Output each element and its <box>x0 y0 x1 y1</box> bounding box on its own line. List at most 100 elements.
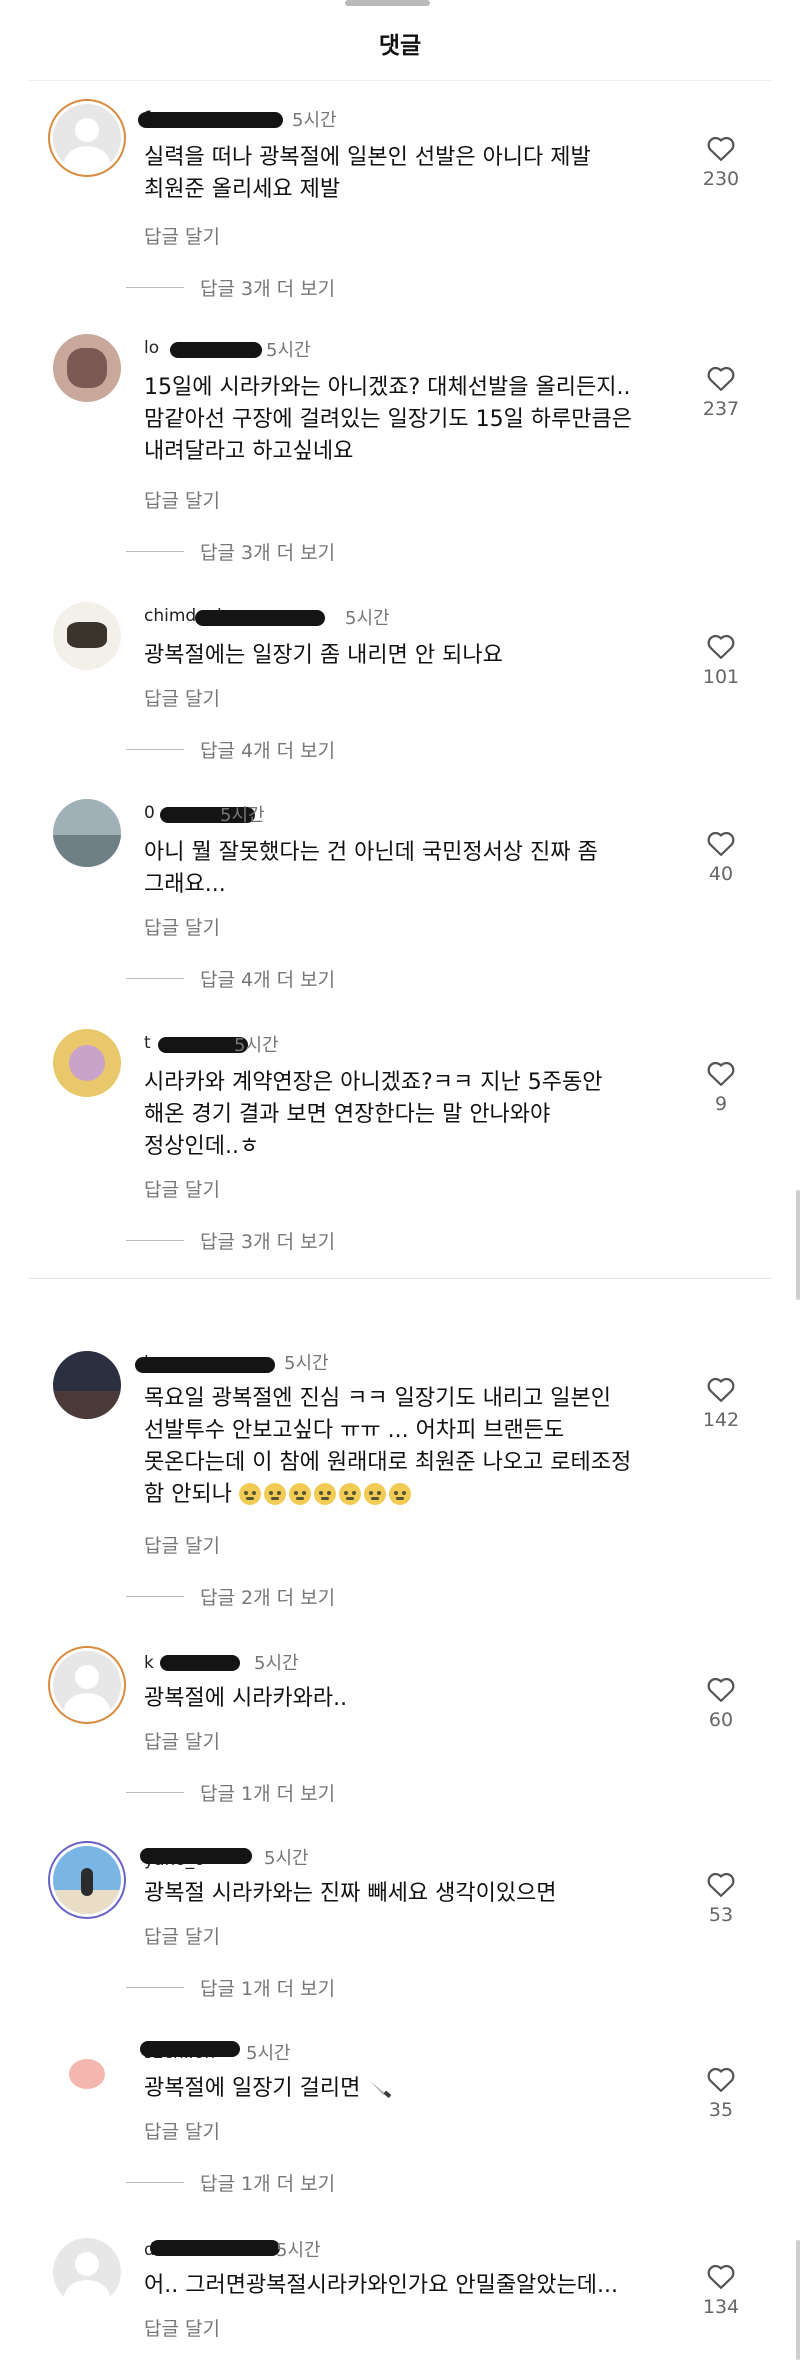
heart-icon <box>707 2264 735 2289</box>
username-redaction <box>195 610 325 626</box>
username-redaction <box>138 112 283 128</box>
view-replies-button[interactable]: 답글 1개 더 보기 <box>126 1779 335 1806</box>
username-redaction <box>135 1357 275 1373</box>
comment-text: 시라카와 계약연장은 아니겠죠?ㅋㅋ 지난 5주동안 해온 경기 결과 보면 연… <box>144 1070 603 1159</box>
comment-text: 광복절에는 일장기 좀 내리면 안 되나요 <box>144 643 503 668</box>
avatar[interactable] <box>53 2041 121 2109</box>
username-redaction <box>140 1848 252 1864</box>
heart-icon <box>707 1377 735 1402</box>
username[interactable]: lo <box>144 338 159 358</box>
comment-time: 5시간 <box>266 340 311 361</box>
heart-icon <box>707 634 735 659</box>
reply-button[interactable]: 답글 달기 <box>144 222 220 249</box>
username-redaction <box>170 342 262 358</box>
view-replies-button[interactable]: 답글 3개 더 보기 <box>126 274 335 301</box>
comment-time: 5시간 <box>220 805 265 826</box>
avatar[interactable] <box>53 104 121 172</box>
face-emoji-icon <box>363 1483 386 1505</box>
face-emoji-icon <box>338 1483 361 1505</box>
heart-icon <box>707 366 735 391</box>
screenshot-divider <box>28 1278 772 1279</box>
view-replies-button[interactable]: 답글 1개 더 보기 <box>126 2169 335 2196</box>
reply-button[interactable]: 답글 달기 <box>144 1922 220 1949</box>
like-button[interactable]: 237 <box>700 364 742 420</box>
like-button[interactable]: 134 <box>700 2262 742 2318</box>
heart-icon <box>707 2067 735 2092</box>
view-replies-button[interactable]: 답글 1개 더 보기 <box>126 1974 335 2001</box>
view-replies-button[interactable]: 답글 3개 더 보기 <box>126 538 335 565</box>
comment-time: 5시간 <box>284 1353 329 1374</box>
comment-time: 5시간 <box>264 1848 309 1869</box>
view-replies-button[interactable]: 답글 4개 더 보기 <box>126 736 335 763</box>
comment-time: 5시간 <box>246 2043 291 2064</box>
comment-text: 15일에 시라카와는 아니겠죠? 대체선발을 올리든지.. 맘같아선 구장에 걸… <box>144 375 633 464</box>
avatar[interactable] <box>53 334 121 402</box>
heart-icon <box>707 1677 735 1702</box>
username[interactable]: k <box>144 1653 154 1673</box>
view-replies-label: 답글 3개 더 보기 <box>200 278 336 300</box>
view-replies-label: 답글 3개 더 보기 <box>200 1231 336 1253</box>
like-button[interactable]: 35 <box>700 2065 742 2121</box>
reply-button[interactable]: 답글 달기 <box>144 1727 220 1754</box>
username[interactable]: t <box>144 1033 151 1053</box>
avatar[interactable] <box>53 1846 121 1914</box>
view-replies-button[interactable]: 답글 4개 더 보기 <box>126 965 335 992</box>
like-button[interactable]: 142 <box>700 1375 742 1431</box>
like-button[interactable]: 40 <box>700 829 742 885</box>
username-redaction <box>160 1655 240 1671</box>
avatar[interactable] <box>53 602 121 670</box>
username-redaction <box>150 2240 280 2256</box>
like-button[interactable]: 53 <box>700 1870 742 1926</box>
like-count: 142 <box>702 1409 740 1431</box>
comment-text: 실력을 떠나 광복절에 일본인 선발은 아니다 제발 최원준 올리세요 제발 <box>144 145 591 202</box>
reply-button[interactable]: 답글 달기 <box>144 486 220 513</box>
face-emoji-icon <box>388 1483 411 1505</box>
avatar[interactable] <box>53 1651 121 1719</box>
avatar[interactable] <box>53 1351 121 1419</box>
comment-text-body: 광복절에 일장기 걸리면 <box>144 2076 361 2101</box>
comment-text: 목요일 광복절엔 진심 ㅋㅋ 일장기도 내리고 일본인 선발투수 안보고싶다 ㅠ… <box>144 1383 704 1511</box>
avatar[interactable] <box>53 2238 121 2306</box>
heart-icon <box>707 1061 735 1086</box>
heart-icon <box>707 1872 735 1897</box>
comment-text: 광복절에 일장기 걸리면 <box>144 2073 684 2105</box>
comment-text: 광복절 시라카와는 진짜 빼세요 생각이있으면 <box>144 1881 557 1906</box>
view-replies-button[interactable]: 답글 3개 더 보기 <box>126 1227 335 1254</box>
reply-button[interactable]: 답글 달기 <box>144 913 220 940</box>
like-button[interactable]: 9 <box>700 1059 742 1115</box>
like-button[interactable]: 60 <box>700 1675 742 1731</box>
view-replies-label: 답글 1개 더 보기 <box>200 2173 336 2195</box>
like-count: 230 <box>702 168 740 190</box>
scrollbar[interactable] <box>796 2240 800 2360</box>
view-replies-button[interactable]: 답글 2개 더 보기 <box>126 1583 335 1610</box>
knife-icon <box>370 2081 392 2098</box>
like-button[interactable]: 101 <box>700 632 742 688</box>
view-replies-label: 답글 2개 더 보기 <box>200 1587 336 1609</box>
face-emoji-icon <box>238 1483 261 1505</box>
scrollbar[interactable] <box>796 1190 800 1300</box>
reply-button[interactable]: 답글 달기 <box>144 2117 220 2144</box>
sheet-drag-handle[interactable] <box>345 0 430 6</box>
comment-text: 어.. 그러면광복절시라카와인가요 안밀줄알았는데... <box>144 2273 618 2298</box>
like-count: 237 <box>702 398 740 420</box>
comment-time: 5시간 <box>292 110 337 131</box>
reply-button[interactable]: 답글 달기 <box>144 2314 220 2341</box>
like-button[interactable]: 230 <box>700 134 742 190</box>
view-replies-label: 답글 4개 더 보기 <box>200 969 336 991</box>
comment-text: 아니 뭘 잘못했다는 건 아닌데 국민정서상 진짜 좀 그래요... <box>144 840 598 897</box>
heart-icon <box>707 136 735 161</box>
comment-time: 5시간 <box>234 1035 279 1056</box>
avatar[interactable] <box>53 799 121 867</box>
reply-button[interactable]: 답글 달기 <box>144 1175 220 1202</box>
reply-button[interactable]: 답글 달기 <box>144 684 220 711</box>
face-emoji-icon <box>313 1483 336 1505</box>
username[interactable]: 0 <box>144 803 155 823</box>
avatar[interactable] <box>53 1029 121 1097</box>
face-emoji-icon <box>288 1483 311 1505</box>
like-count: 9 <box>714 1093 728 1115</box>
view-replies-label: 답글 1개 더 보기 <box>200 1783 336 1805</box>
view-replies-label: 답글 1개 더 보기 <box>200 1978 336 2000</box>
like-count: 101 <box>702 666 740 688</box>
reply-button[interactable]: 답글 달기 <box>144 1531 220 1558</box>
header-divider <box>28 80 772 81</box>
